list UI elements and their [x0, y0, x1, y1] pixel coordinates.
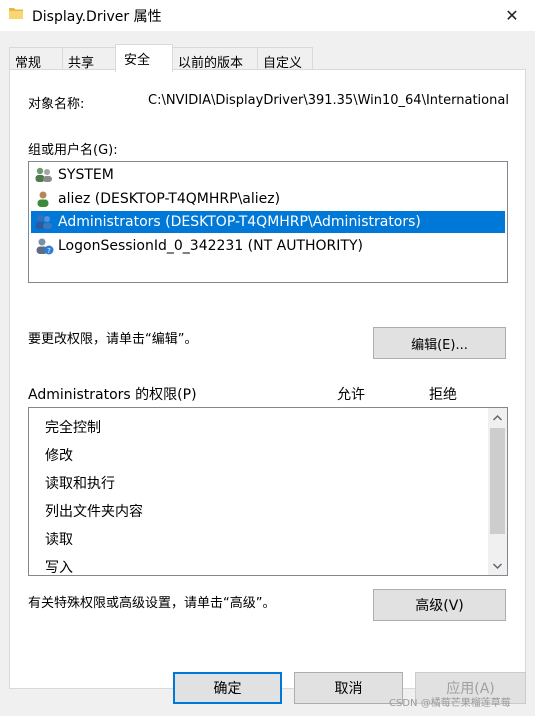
dialog-body: 常规 共享 安全 以前的版本 自定义 对象名称: C:\NVIDIA\Displ… — [0, 31, 535, 716]
permission-item: 列出文件夹内容 — [45, 504, 143, 520]
window-title: Display.Driver 属性 — [32, 9, 162, 25]
ok-button[interactable]: 确定 — [173, 672, 282, 704]
user-row-system[interactable]: SYSTEM — [31, 164, 505, 186]
user-name: LogonSessionId_0_342231 (NT AUTHORITY) — [58, 238, 363, 254]
tab-sharing[interactable]: 共享 — [62, 47, 116, 71]
chevron-down-icon — [493, 563, 502, 569]
advanced-button[interactable]: 高级(V) — [373, 589, 506, 621]
scroll-down-button[interactable] — [488, 556, 507, 575]
security-panel: 对象名称: C:\NVIDIA\DisplayDriver\391.35\Win… — [9, 69, 526, 689]
system-group-icon — [35, 167, 52, 182]
group-icon — [35, 214, 52, 229]
cancel-button[interactable]: 取消 — [294, 672, 403, 704]
permission-item: 完全控制 — [45, 420, 101, 436]
tab-general[interactable]: 常规 — [9, 47, 63, 71]
user-name: SYSTEM — [58, 167, 114, 183]
scroll-thumb[interactable] — [490, 428, 505, 534]
user-name: Administrators (DESKTOP-T4QMHRP\Administ… — [58, 214, 421, 230]
user-icon — [37, 191, 49, 207]
permissions-for-label: Administrators 的权限(P) — [28, 387, 197, 403]
close-icon: ✕ — [505, 6, 519, 25]
tab-previous-versions[interactable]: 以前的版本 — [172, 47, 258, 71]
tab-customize[interactable]: 自定义 — [257, 47, 313, 71]
tab-label: 安全 — [124, 53, 151, 68]
edit-button[interactable]: 编辑(E)... — [373, 327, 506, 359]
watermark-text: CSDN @橘莓芒果榴莲草莓 — [389, 698, 511, 709]
tab-security[interactable]: 安全 — [115, 44, 173, 72]
titlebar: Display.Driver 属性 ✕ — [0, 0, 535, 31]
users-listbox[interactable]: SYSTEM aliez (DESKTOP-T4QMHRP\aliez) Adm… — [28, 161, 508, 283]
permission-item: 读取和执行 — [45, 476, 115, 492]
user-name: aliez (DESKTOP-T4QMHRP\aliez) — [58, 191, 281, 207]
svg-text:?: ? — [47, 247, 51, 255]
change-permissions-hint: 要更改权限，请单击“编辑”。 — [28, 332, 198, 347]
close-button[interactable]: ✕ — [489, 0, 535, 31]
permission-item: 读取 — [45, 532, 73, 548]
user-row-administrators[interactable]: Administrators (DESKTOP-T4QMHRP\Administ… — [31, 211, 505, 233]
advanced-hint: 有关特殊权限或高级设置，请单击“高级”。 — [28, 596, 276, 611]
allow-column-header: 允许 — [337, 387, 365, 403]
object-name-label: 对象名称: — [28, 97, 85, 112]
deny-column-header: 拒绝 — [429, 387, 457, 403]
user-row-logonsession[interactable]: ? LogonSessionId_0_342231 (NT AUTHORITY) — [31, 235, 505, 257]
permissions-list[interactable]: 完全控制 修改 读取和执行 列出文件夹内容 读取 写入 — [28, 407, 508, 576]
permission-item: 写入 — [45, 560, 73, 576]
chevron-up-icon — [493, 414, 502, 420]
unknown-user-icon: ? — [36, 238, 54, 255]
permissions-scrollbar[interactable] — [488, 408, 507, 575]
permission-item: 修改 — [45, 448, 73, 464]
user-row-aliez[interactable]: aliez (DESKTOP-T4QMHRP\aliez) — [31, 188, 505, 210]
object-name-value: C:\NVIDIA\DisplayDriver\391.35\Win10_64\… — [148, 93, 508, 108]
folder-icon — [9, 8, 23, 19]
scroll-up-button[interactable] — [488, 408, 507, 427]
group-users-label: 组或用户名(G): — [28, 143, 118, 158]
